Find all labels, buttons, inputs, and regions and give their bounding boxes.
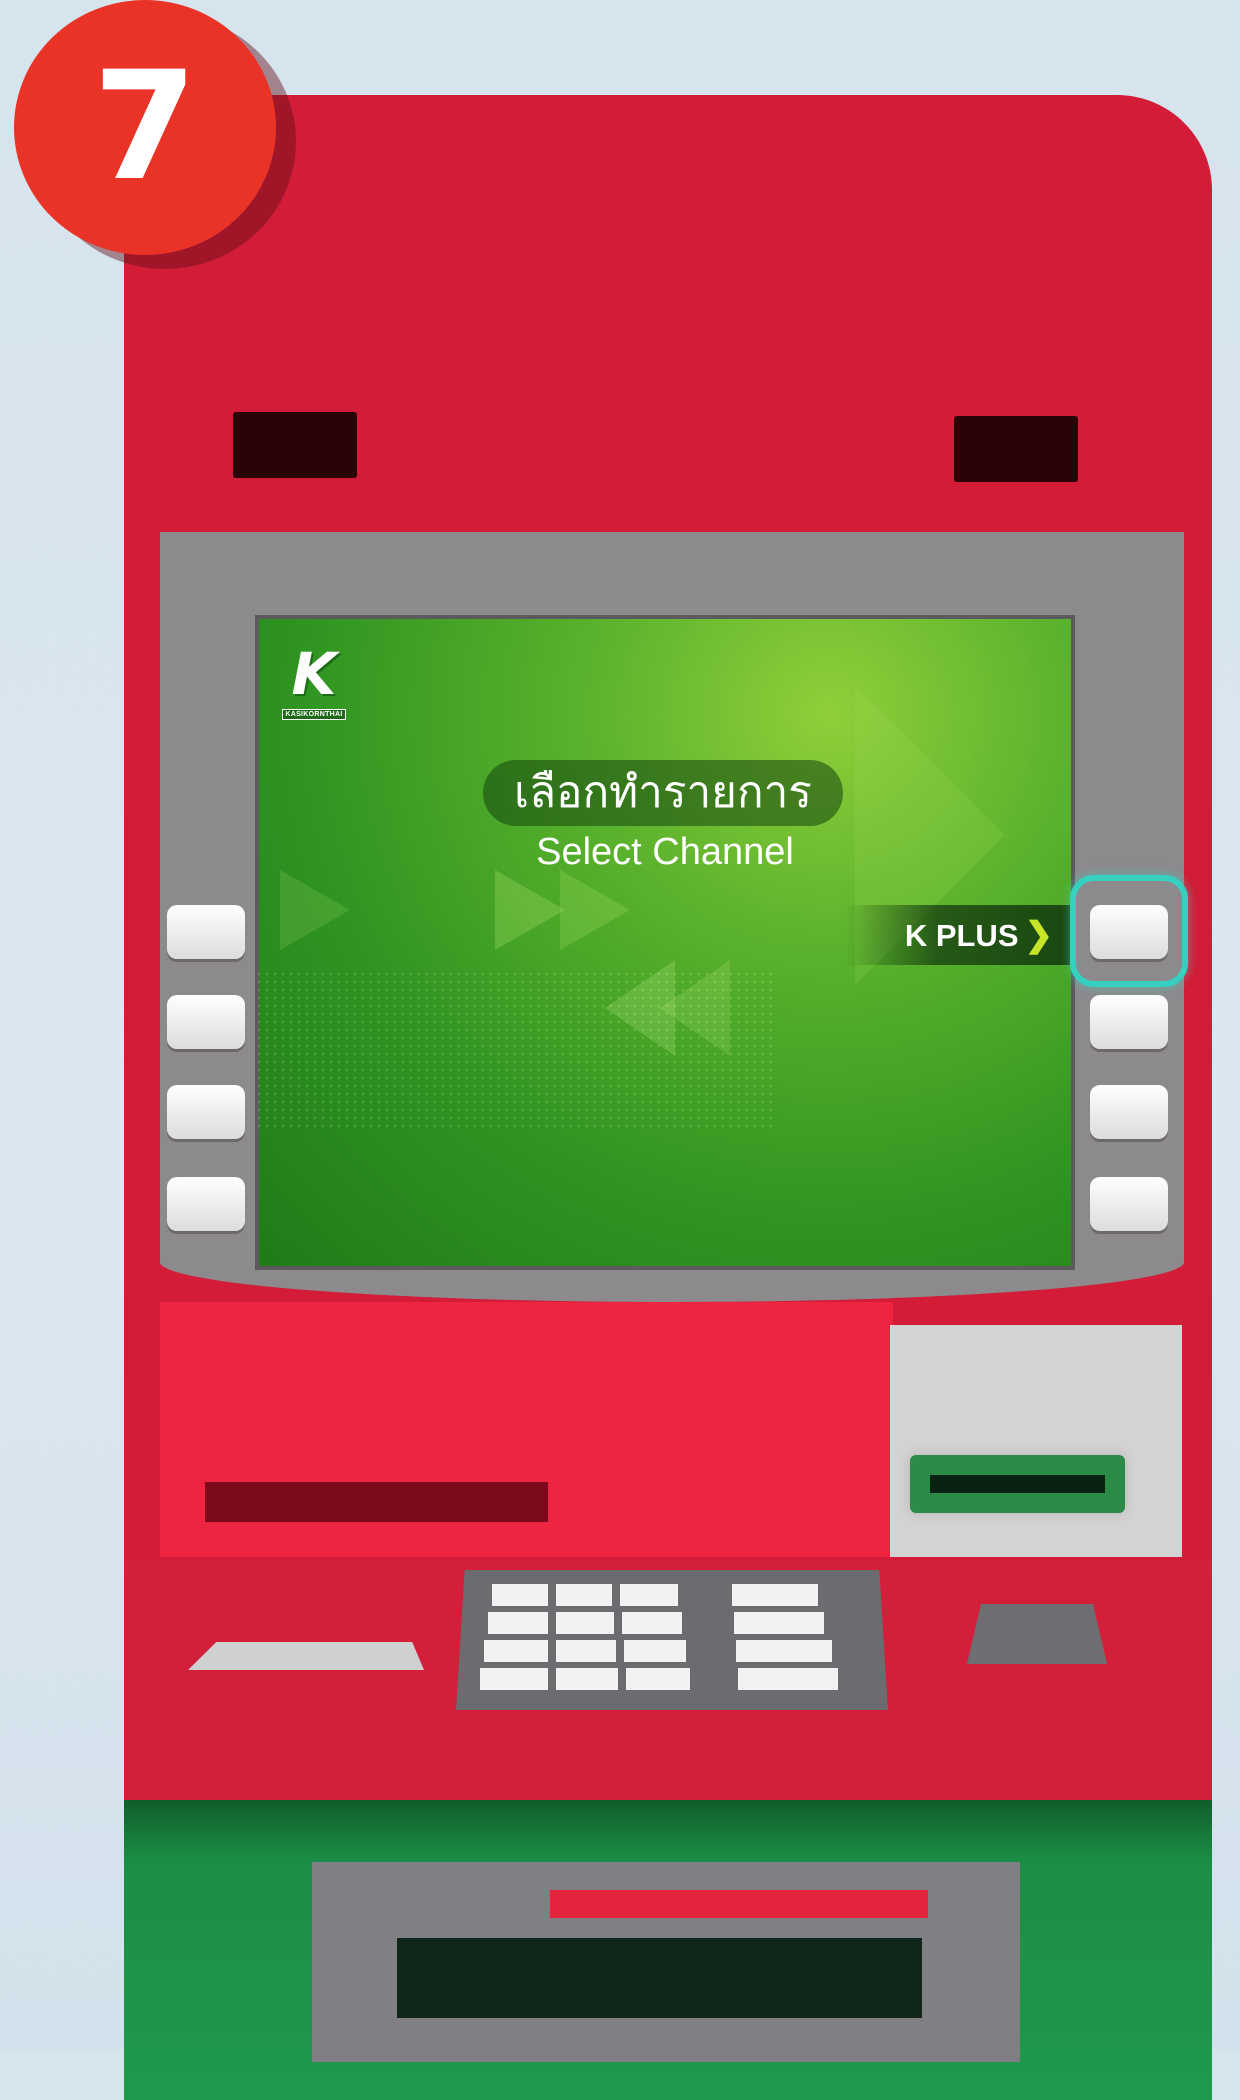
keypad-enter-key[interactable] — [736, 1640, 832, 1662]
right-function-key-1[interactable] — [1090, 905, 1168, 959]
logo-letter: K — [291, 640, 337, 708]
keypad-key[interactable] — [620, 1584, 678, 1606]
kasikorn-logo: K KASIKORNTHAI — [267, 640, 361, 720]
deposit-tray — [188, 1642, 424, 1670]
bg-chevron-1 — [280, 870, 350, 950]
keypad-blank-key[interactable] — [738, 1668, 838, 1690]
option-k-plus[interactable]: K PLUS ❯ — [845, 905, 1075, 965]
keypad-key[interactable] — [556, 1584, 612, 1606]
left-function-key-4[interactable] — [167, 1177, 245, 1231]
left-function-key-2[interactable] — [167, 995, 245, 1049]
card-slot[interactable] — [910, 1455, 1125, 1513]
keypad-key[interactable] — [556, 1668, 618, 1690]
bg-chevron-3 — [560, 870, 630, 950]
card-slot-opening — [930, 1475, 1105, 1493]
left-function-key-1[interactable] — [167, 905, 245, 959]
cash-dispenser-indicator — [550, 1890, 928, 1918]
keypad-key[interactable] — [492, 1584, 548, 1606]
bg-chevron-2 — [495, 870, 565, 950]
screen-title-thai: เลือกทำรายการ — [483, 760, 843, 826]
right-function-key-4[interactable] — [1090, 1177, 1168, 1231]
coin-tray — [967, 1604, 1107, 1664]
screen-subtitle: Select Channel — [536, 831, 794, 873]
keypad-clear-key[interactable] — [734, 1612, 824, 1634]
atm-sensor-right — [954, 416, 1078, 482]
keypad-key[interactable] — [622, 1612, 682, 1634]
atm-sensor-left — [233, 412, 357, 478]
keypad-key[interactable] — [556, 1612, 614, 1634]
chevron-right-icon: ❯ — [1024, 916, 1054, 954]
receipt-slot — [205, 1482, 548, 1522]
cash-dispenser-slot — [397, 1938, 922, 2018]
keypad-key[interactable] — [624, 1640, 686, 1662]
bg-dot-pattern — [255, 970, 775, 1130]
keypad-key[interactable] — [488, 1612, 548, 1634]
option-k-plus-label: K PLUS — [904, 918, 1019, 953]
keypad-key[interactable] — [480, 1668, 548, 1690]
right-function-key-2[interactable] — [1090, 995, 1168, 1049]
card-reader-panel — [890, 1325, 1182, 1557]
keypad-key[interactable] — [484, 1640, 548, 1662]
keypad-cancel-key[interactable] — [732, 1584, 818, 1606]
logo-bank-name: KASIKORNTHAI — [282, 709, 346, 720]
atm-screen: K KASIKORNTHAI เลือกทำรายการ Select Chan… — [255, 615, 1075, 1270]
keypad-key[interactable] — [626, 1668, 690, 1690]
pin-keypad[interactable] — [456, 1570, 888, 1710]
keypad-key[interactable] — [556, 1640, 616, 1662]
left-function-key-3[interactable] — [167, 1085, 245, 1139]
right-function-key-3[interactable] — [1090, 1085, 1168, 1139]
step-number-badge: 7 — [14, 0, 276, 255]
